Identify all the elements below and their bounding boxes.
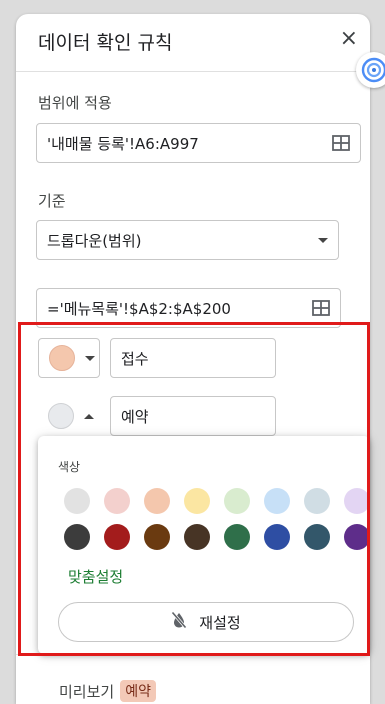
header-divider [16, 71, 370, 72]
palette-label: 색상 [58, 460, 81, 474]
item-color-button[interactable] [38, 338, 100, 378]
format-color-reset-icon [171, 611, 187, 633]
criteria-source-input[interactable]: ='메뉴목록'!$A$2:$A$200 [36, 288, 341, 328]
color-option[interactable] [104, 488, 130, 514]
criteria-source-value: ='메뉴목록'!$A$2:$A$200 [47, 299, 231, 318]
chevron-down-icon [318, 237, 328, 243]
color-option[interactable] [184, 488, 210, 514]
color-option[interactable] [264, 524, 290, 550]
item-input[interactable]: 예약 [110, 396, 276, 436]
bottom-divider [16, 654, 370, 655]
item-value: 예약 [121, 407, 149, 426]
reset-button[interactable]: 재설정 [58, 602, 354, 642]
color-swatch [48, 403, 74, 429]
range-value: '내매물 등록'!A6:A997 [47, 134, 199, 153]
color-swatch [49, 345, 75, 371]
custom-color-link[interactable]: 맞춤설정 [68, 566, 123, 587]
color-option[interactable] [304, 488, 330, 514]
color-option[interactable] [184, 524, 210, 550]
close-icon[interactable]: × [340, 26, 358, 52]
chevron-up-icon [84, 413, 94, 419]
grid-icon[interactable] [332, 135, 350, 151]
color-option[interactable] [144, 488, 170, 514]
preview-chip: 예약 [120, 680, 156, 702]
preview-label: 미리보기 [59, 682, 115, 701]
color-option[interactable] [344, 524, 370, 550]
color-picker-popup: 색상 맞춤설정 재설정 [38, 436, 370, 654]
color-option[interactable] [344, 488, 370, 514]
range-input[interactable]: '내매물 등록'!A6:A997 [36, 123, 361, 163]
panel-title: 데이터 확인 규칙 [38, 32, 173, 54]
grid-icon[interactable] [312, 300, 330, 316]
color-option[interactable] [144, 524, 170, 550]
color-option[interactable] [304, 524, 330, 550]
item-value: 접수 [121, 349, 149, 368]
criteria-type-value: 드롭다운(범위) [47, 231, 142, 250]
preview-row: 미리보기 예약 [59, 680, 156, 702]
criteria-type-select[interactable]: 드롭다운(범위) [36, 220, 339, 260]
color-option[interactable] [104, 524, 130, 550]
range-label: 범위에 적용 [38, 94, 112, 112]
reset-label: 재설정 [199, 613, 241, 632]
color-option[interactable] [264, 488, 290, 514]
color-option[interactable] [224, 488, 250, 514]
item-color-button-open[interactable] [38, 396, 100, 436]
palette-row-dark [64, 524, 370, 550]
criteria-label: 기준 [38, 192, 66, 210]
item-input[interactable]: 접수 [110, 338, 276, 378]
gemini-swirl-icon[interactable] [356, 52, 385, 88]
color-option[interactable] [64, 488, 90, 514]
chevron-down-icon [85, 355, 95, 361]
color-option[interactable] [224, 524, 250, 550]
color-option[interactable] [64, 524, 90, 550]
palette-row-light [64, 488, 370, 514]
